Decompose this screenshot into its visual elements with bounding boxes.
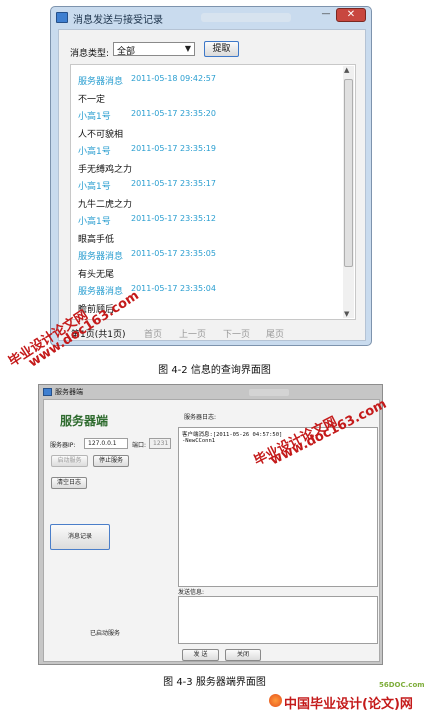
- list-item: 服务器消息 2011-05-18 09:42:57 不一定: [78, 74, 338, 108]
- port-input[interactable]: 1231: [149, 438, 171, 449]
- service-status: 已启动服务: [90, 630, 121, 637]
- message-type-select[interactable]: 全部 ▼: [113, 42, 195, 57]
- server-ip-label: 服务器IP:: [50, 442, 76, 449]
- message-type-label: 消息类型:: [70, 49, 110, 59]
- blurred-title-area: [201, 13, 291, 22]
- pager: 第1页(共1页) 首页 上一页 下一页 尾页: [70, 327, 356, 340]
- query-window-client: 消息类型: 全部 ▼ 提取 服务器消息 2011-05-18 09:42:57 …: [58, 29, 366, 341]
- prev-page-link[interactable]: 上一页: [179, 327, 206, 340]
- logo-text: 中国毕业设计(论文)网: [284, 697, 413, 712]
- message-sender: 小高1号: [78, 217, 111, 227]
- site-logo: 中国毕业设计(论文)网 56DOC.com: [269, 681, 429, 713]
- query-window-title: 消息发送与接受记录: [73, 15, 163, 26]
- start-service-button[interactable]: 启动服务: [51, 455, 88, 467]
- vertical-scrollbar[interactable]: ▲ ▼: [343, 66, 354, 318]
- message-content: 眼高手低: [78, 235, 115, 245]
- message-content: 九牛二虎之力: [78, 200, 133, 210]
- close-button[interactable]: ✕: [336, 8, 366, 22]
- message-time: 2011-05-17 23:35:19: [131, 144, 216, 153]
- port-label: 端口:: [132, 442, 147, 449]
- message-time: 2011-05-18 09:42:57: [131, 74, 216, 83]
- message-content: 不一定: [78, 95, 106, 105]
- message-content: 有头无尾: [78, 270, 115, 280]
- stop-service-button[interactable]: 停止服务: [93, 455, 129, 467]
- list-item: 小高1号 2011-05-17 23:35:19 手无缚鸡之力: [78, 144, 338, 178]
- send-info-label: 发送信息:: [178, 589, 205, 596]
- log-line: 客户端消息:[2011-05-26 04:57:50]: [182, 432, 283, 438]
- logo-icon: [269, 694, 282, 707]
- list-item: 小高1号 2011-05-17 23:35:12 眼高手低: [78, 214, 338, 248]
- figure-caption-4-3: 图 4-3 服务器端界面图: [163, 677, 266, 688]
- first-page-link[interactable]: 首页: [144, 327, 162, 340]
- list-item: 小高1号 2011-05-17 23:35:17 九牛二虎之力: [78, 179, 338, 213]
- server-window-title: 服务器端: [55, 388, 83, 396]
- query-window-titlebar[interactable]: 消息发送与接受记录 — ✕: [51, 7, 371, 29]
- message-sender: 小高1号: [78, 112, 111, 122]
- fetch-button[interactable]: 提取: [204, 41, 239, 57]
- message-content: 手无缚鸡之力: [78, 165, 133, 175]
- next-page-link[interactable]: 下一页: [223, 327, 250, 340]
- message-sender: 服务器消息: [78, 287, 124, 297]
- scroll-up-icon[interactable]: ▲: [344, 66, 349, 74]
- minimize-button[interactable]: —: [319, 9, 333, 21]
- app-icon: [56, 12, 68, 23]
- send-button[interactable]: 发 送: [182, 649, 219, 661]
- query-window: 消息发送与接受记录 — ✕ 消息类型: 全部 ▼ 提取 服务器消息 2011-0…: [50, 6, 372, 346]
- blurred-title-area: [249, 389, 289, 396]
- message-sender: 服务器消息: [78, 77, 124, 87]
- send-message-input[interactable]: [178, 596, 378, 644]
- app-icon: [43, 388, 52, 396]
- message-time: 2011-05-17 23:35:20: [131, 109, 216, 118]
- server-log-label: 服务器日志:: [184, 414, 217, 421]
- message-sender: 小高1号: [78, 182, 111, 192]
- log-line: -NewCConn1: [182, 438, 216, 444]
- message-sender: 服务器消息: [78, 252, 124, 262]
- logo-site-text: 56DOC.com: [379, 681, 425, 689]
- clear-log-button[interactable]: 清空日志: [51, 477, 87, 489]
- message-type-value: 全部: [117, 47, 136, 57]
- last-page-link[interactable]: 尾页: [266, 327, 284, 340]
- message-time: 2011-05-17 23:35:04: [131, 284, 216, 293]
- scroll-thumb[interactable]: [344, 79, 353, 267]
- chevron-down-icon: ▼: [184, 44, 191, 53]
- list-item: 服务器消息 2011-05-17 23:35:05 有头无尾: [78, 249, 338, 283]
- message-time: 2011-05-17 23:35:05: [131, 249, 216, 258]
- server-ip-input[interactable]: 127.0.0.1: [84, 438, 128, 449]
- message-sender: 小高1号: [78, 147, 111, 157]
- scroll-down-icon[interactable]: ▼: [344, 310, 349, 318]
- message-list[interactable]: 服务器消息 2011-05-18 09:42:57 不一定 小高1号 2011-…: [70, 64, 356, 320]
- figure-caption-4-2: 图 4-2 信息的查询界面图: [158, 365, 271, 376]
- server-window-titlebar[interactable]: 服务器端: [39, 385, 382, 399]
- server-heading: 服务器端: [60, 414, 109, 428]
- message-time: 2011-05-17 23:35:17: [131, 179, 216, 188]
- message-records-button[interactable]: 消息记录: [50, 524, 110, 550]
- message-content: 人不可貌相: [78, 130, 124, 140]
- list-item: 小高1号 2011-05-17 23:35:20 人不可貌相: [78, 109, 338, 143]
- message-time: 2011-05-17 23:35:12: [131, 214, 216, 223]
- close-button[interactable]: 关闭: [225, 649, 261, 661]
